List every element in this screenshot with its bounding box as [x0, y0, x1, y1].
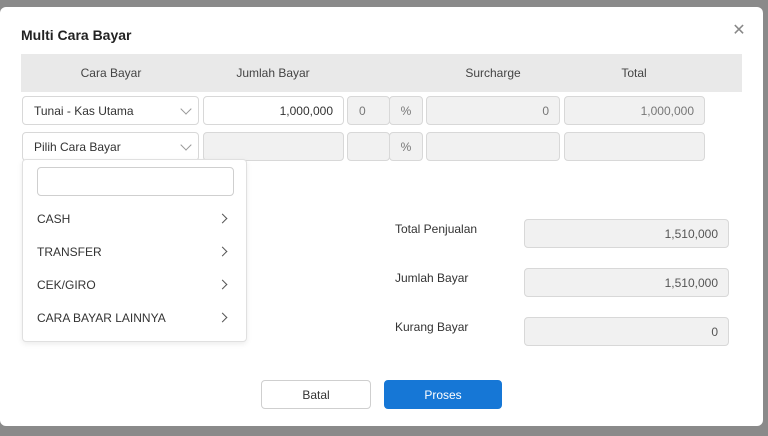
dropdown-item-cek-giro[interactable]: CEK/GIRO: [23, 270, 246, 300]
dropdown-item-transfer[interactable]: TRANSFER: [23, 237, 246, 267]
close-icon[interactable]: ✕: [731, 23, 747, 39]
total-input: 1,000,000: [564, 96, 705, 125]
surcharge-percent-input: 0: [347, 96, 390, 125]
chevron-right-icon: [217, 312, 228, 323]
chevron-right-icon: [217, 246, 228, 257]
chevron-down-icon: [180, 103, 192, 115]
column-header-jumlah-bayar: Jumlah Bayar: [236, 66, 310, 80]
surcharge-value: 0: [542, 103, 549, 118]
payment-method-select[interactable]: Pilih Cara Bayar: [22, 132, 199, 161]
jumlah-bayar-value: 1,510,000: [664, 275, 718, 290]
amount-value: 1,000,000: [279, 103, 333, 118]
amount-input[interactable]: 1,000,000: [203, 96, 344, 125]
percent-addon: %: [389, 132, 423, 161]
dropdown-item-label: CASH: [37, 212, 71, 226]
jumlah-bayar-label: Jumlah Bayar: [395, 271, 469, 285]
kurang-bayar-field: 0: [524, 317, 729, 346]
total-value: 1,000,000: [640, 103, 694, 118]
chevron-down-icon: [180, 139, 192, 151]
process-button[interactable]: Proses: [384, 380, 502, 409]
dropdown-item-label: TRANSFER: [37, 245, 102, 259]
column-header-total: Total: [621, 66, 647, 80]
payment-method-placeholder: Pilih Cara Bayar: [34, 139, 121, 154]
jumlah-bayar-field: 1,510,000: [524, 268, 729, 297]
amount-input: [203, 132, 344, 161]
dropdown-search-input[interactable]: [37, 167, 234, 196]
dropdown-item-label: CEK/GIRO: [37, 278, 96, 292]
surcharge-percent-input: [347, 132, 390, 161]
multi-payment-dialog: Multi Cara Bayar ✕ Cara Bayar Jumlah Bay…: [0, 7, 763, 426]
total-penjualan-value: 1,510,000: [664, 226, 718, 241]
payment-method-value: Tunai - Kas Utama: [34, 103, 134, 118]
kurang-bayar-label: Kurang Bayar: [395, 320, 469, 334]
percent-symbol: %: [400, 139, 412, 154]
surcharge-percent-value: 0: [359, 103, 366, 118]
dropdown-item-label: CARA BAYAR LAINNYA: [37, 311, 166, 325]
payment-method-dropdown: CASH TRANSFER CEK/GIRO CARA BAYAR LAINNY…: [22, 159, 247, 342]
column-header-cara-bayar: Cara Bayar: [80, 66, 142, 80]
total-penjualan-label: Total Penjualan: [395, 222, 478, 236]
percent-addon: %: [389, 96, 423, 125]
dropdown-item-cara-bayar-lainnya[interactable]: CARA BAYAR LAINNYA: [23, 303, 246, 333]
cancel-button[interactable]: Batal: [261, 380, 371, 409]
chevron-right-icon: [217, 213, 228, 224]
chevron-right-icon: [217, 279, 228, 290]
percent-symbol: %: [400, 103, 412, 118]
total-input: [564, 132, 705, 161]
surcharge-input: 0: [426, 96, 560, 125]
payment-method-select[interactable]: Tunai - Kas Utama: [22, 96, 199, 125]
table-header: Cara Bayar Jumlah Bayar Surcharge Total: [21, 54, 742, 92]
total-penjualan-field: 1,510,000: [524, 219, 729, 248]
column-header-surcharge: Surcharge: [465, 66, 521, 80]
dialog-title: Multi Cara Bayar: [21, 27, 132, 43]
surcharge-input: [426, 132, 560, 161]
dropdown-item-cash[interactable]: CASH: [23, 204, 246, 234]
kurang-bayar-value: 0: [711, 324, 718, 339]
